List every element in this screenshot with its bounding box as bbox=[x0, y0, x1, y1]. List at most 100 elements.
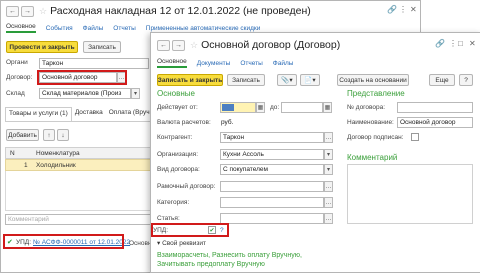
col-name-header: Номенклатура bbox=[36, 150, 80, 157]
settlement-link-text: Взаиморасчеты, Разнесить оплату Вручную,… bbox=[157, 252, 302, 268]
signed-checkbox[interactable] bbox=[411, 133, 419, 141]
counterparty-label: Контрагент: bbox=[157, 134, 193, 141]
effective-from-label: Действует от: bbox=[157, 104, 198, 111]
move-down-button[interactable]: ↓ bbox=[57, 129, 69, 141]
back-link-icon[interactable]: 🔗 bbox=[387, 5, 397, 14]
favorite-star-icon[interactable]: ☆ bbox=[39, 6, 47, 17]
contract-type-label: Вид договора: bbox=[157, 166, 200, 173]
items-tab-goods[interactable]: Товары и услуги (1) bbox=[5, 107, 72, 121]
back-nav-forward-button[interactable]: → bbox=[21, 5, 34, 17]
organization-dropdown-button[interactable]: ▾ bbox=[324, 149, 333, 160]
currency-value: руб. bbox=[221, 119, 234, 126]
front-save-button[interactable]: Записать bbox=[227, 74, 265, 86]
own-requisite-label: Свой реквизит bbox=[162, 240, 206, 247]
items-table-header: N Номенклатура bbox=[5, 147, 151, 159]
front-more-button[interactable]: Еще bbox=[429, 74, 455, 86]
items-tab-delivery[interactable]: Доставка bbox=[72, 107, 106, 121]
contract-type-field[interactable]: С покупателем bbox=[220, 164, 324, 175]
create-based-on-button[interactable]: Создать на основании bbox=[337, 74, 409, 86]
signed-label: Договор подписан: bbox=[347, 134, 404, 141]
front-tab-documents[interactable]: Документы bbox=[197, 60, 231, 67]
items-tabs-bar: Товары и услуги (1) Доставка Оплата (Вру… bbox=[5, 107, 163, 122]
back-window-title: Расходная накладная 12 от 12.01.2022 (не… bbox=[50, 5, 311, 17]
category-field[interactable] bbox=[220, 197, 324, 208]
back-org-label: Органи bbox=[6, 59, 28, 66]
own-requisite-toggle[interactable]: ▾ Свой реквизит bbox=[157, 239, 206, 247]
front-favorite-star-icon[interactable]: ☆ bbox=[190, 40, 198, 51]
article-field[interactable] bbox=[220, 213, 324, 224]
front-help-button[interactable]: ? bbox=[459, 74, 473, 86]
main-section-title: Основные bbox=[157, 89, 195, 98]
to-calendar-icon[interactable]: ▦ bbox=[323, 102, 332, 113]
back-warehouse-dropdown-button[interactable]: ▾ bbox=[131, 88, 140, 99]
front-nav-forward-button[interactable]: → bbox=[172, 39, 185, 51]
add-row-button[interactable]: Добавить bbox=[6, 129, 39, 141]
frame-contract-select-button[interactable]: … bbox=[324, 181, 333, 192]
reports-button[interactable]: 📄▾ bbox=[300, 74, 320, 86]
back-tab-events[interactable]: События bbox=[46, 25, 73, 32]
settlement-link[interactable]: Взаиморасчеты, Разнесить оплату Вручную,… bbox=[157, 251, 307, 269]
to-label: до: bbox=[270, 104, 280, 111]
article-select-button[interactable]: … bbox=[324, 213, 333, 224]
contract-window: ← → ☆ Основной договор (Договор) 🔗 ⋮ □ ✕… bbox=[150, 32, 480, 273]
back-warehouse-label: Склад bbox=[6, 90, 25, 97]
contract-no-label: № договора: bbox=[347, 104, 386, 111]
article-label: Статья: bbox=[157, 215, 180, 222]
collapse-arrow-icon: ▾ bbox=[157, 240, 161, 247]
back-close-icon[interactable]: ✕ bbox=[410, 5, 417, 14]
comment-textarea[interactable] bbox=[347, 164, 473, 224]
counterparty-select-button[interactable]: … bbox=[324, 132, 333, 143]
front-close-icon[interactable]: ✕ bbox=[469, 39, 476, 48]
row-name: Холодильник bbox=[36, 162, 76, 169]
upd-highlight bbox=[151, 223, 229, 237]
row-n: 1 bbox=[24, 162, 28, 169]
front-tabs: Основное Документы Отчеты Файлы bbox=[157, 58, 303, 68]
post-and-close-button[interactable]: Провести и закрыть bbox=[6, 41, 78, 53]
name-field[interactable]: Основной договор bbox=[397, 117, 473, 128]
front-titlebar: ← → ☆ Основной договор (Договор) bbox=[151, 35, 480, 55]
back-nav-back-button[interactable]: ← bbox=[6, 5, 19, 17]
front-nav-back-button[interactable]: ← bbox=[157, 39, 170, 51]
effective-from-calendar-icon[interactable]: ▦ bbox=[256, 102, 265, 113]
back-contract-highlight bbox=[37, 70, 127, 85]
back-tab-main[interactable]: Основное bbox=[6, 23, 36, 33]
category-label: Категория: bbox=[157, 199, 190, 206]
counterparty-field[interactable]: Таркон bbox=[220, 132, 324, 143]
frame-contract-field[interactable] bbox=[220, 181, 324, 192]
attachments-button[interactable]: 📎▾ bbox=[277, 74, 297, 86]
back-org-field[interactable]: Таркон bbox=[39, 58, 149, 69]
back-contract-label: Договор: bbox=[6, 74, 33, 81]
front-tab-reports[interactable]: Отчеты bbox=[240, 60, 262, 67]
back-tab-reports[interactable]: Отчеты bbox=[113, 25, 135, 32]
move-up-button[interactable]: ↑ bbox=[43, 129, 55, 141]
col-n-header: N bbox=[10, 150, 15, 157]
front-tab-main[interactable]: Основное bbox=[157, 58, 187, 68]
currency-label: Валюта расчетов: bbox=[157, 119, 211, 126]
back-tab-discounts[interactable]: Примененные автоматические скидки bbox=[146, 25, 261, 32]
organization-field[interactable]: Кухни Ассоль bbox=[220, 149, 324, 160]
front-window-title: Основной договор (Договор) bbox=[201, 39, 341, 51]
comment-section-title: Комментарий bbox=[347, 153, 398, 162]
category-select-button[interactable]: … bbox=[324, 197, 333, 208]
effective-from-selection bbox=[222, 104, 234, 111]
front-link-icon[interactable]: 🔗 bbox=[435, 39, 445, 48]
save-and-close-button[interactable]: Записать и закрыть bbox=[157, 74, 223, 86]
presentation-section-title: Представление bbox=[347, 89, 405, 98]
front-maximize-icon[interactable]: □ bbox=[458, 39, 463, 48]
name-label: Наименование: bbox=[347, 119, 394, 126]
contract-type-dropdown-button[interactable]: ▾ bbox=[324, 164, 333, 175]
back-warehouse-field[interactable]: Склад материалов (Произ bbox=[39, 88, 131, 99]
front-menu-icon[interactable]: ⋮ bbox=[449, 39, 457, 48]
organization-label: Организация: bbox=[157, 151, 199, 158]
back-comment-field[interactable]: Комментарий bbox=[5, 214, 151, 225]
back-save-button[interactable]: Записать bbox=[83, 41, 121, 53]
front-tab-files[interactable]: Файлы bbox=[273, 60, 294, 67]
back-upd-highlight bbox=[3, 234, 124, 249]
back-menu-icon[interactable]: ⋮ bbox=[399, 5, 407, 14]
back-tab-files[interactable]: Файлы bbox=[83, 25, 104, 32]
back-titlebar: ← → ☆ Расходная накладная 12 от 12.01.20… bbox=[1, 1, 420, 21]
frame-contract-label: Рамочный договор: bbox=[157, 183, 216, 190]
contract-no-field[interactable] bbox=[397, 102, 473, 113]
to-field[interactable] bbox=[281, 102, 323, 113]
table-row[interactable]: 1 Холодильник bbox=[5, 159, 151, 171]
